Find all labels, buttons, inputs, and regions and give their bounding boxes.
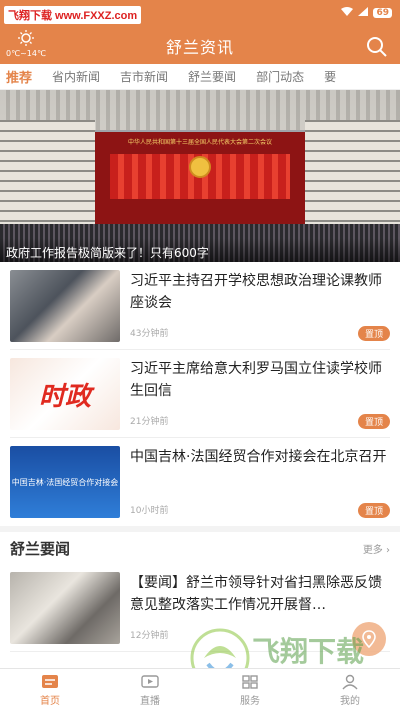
nav-home[interactable]: 首页 [0,669,100,712]
list-item[interactable]: 习近平主持召开学校思想政治理论课教师座谈会 43分钟前 置顶 [10,262,390,350]
system-icons: 69 [341,7,392,19]
hero-caption: 政府工作报告极简版来了！只有600字 [0,238,400,262]
app-header: 飞翔下载 www.FXXZ.com 69 0℃~14℃ 舒兰资讯 [0,0,400,64]
nav-label: 直播 [140,696,160,707]
hero-banner[interactable]: 中华人民共和国第十三届全国人民代表大会第二次会议 政府工作报告极简版来了！只有6… [0,90,400,262]
tab-department-news[interactable]: 部门动态 [256,68,304,85]
news-time: 43分钟前 [130,329,169,339]
signal-icon [358,7,369,19]
list-item[interactable]: 【要闻】舒兰市领导针对省扫黑除恶反馈意见整改落实工作情况开展督… 12分钟前 [10,564,390,652]
hall-balcony-right [305,120,400,230]
user-icon [342,674,358,690]
news-thumbnail: 中国吉林·法国经贸合作对接会 [10,446,120,518]
nav-live[interactable]: 直播 [100,669,200,712]
location-icon [362,630,376,648]
section-title: 舒兰要闻 [10,539,71,558]
hall-balcony-left [0,120,95,230]
news-time: 10小时前 [130,506,169,516]
tab-recommend[interactable]: 推荐 [6,67,32,86]
news-list: 习近平主持召开学校思想政治理论课教师座谈会 43分钟前 置顶 时政 习近平主席给… [0,262,400,526]
thumbnail-text: 时政 [38,381,91,412]
nav-label: 服务 [240,696,260,707]
news-title: 习近平主持召开学校思想政治理论课教师座谈会 [130,273,382,311]
tab-more[interactable]: 要 [324,68,336,85]
tab-city-news[interactable]: 吉市新闻 [120,68,168,85]
news-time: 21分钟前 [130,417,169,427]
more-label: 更多 [362,544,383,556]
service-icon [242,675,258,689]
news-thumbnail [10,572,120,644]
list-item[interactable]: 时政 习近平主席给意大利罗马国立住读学校师生回信 21分钟前 置顶 [10,350,390,438]
nav-label: 我的 [340,696,360,707]
thumbnail-text: 中国吉林·法国经贸合作对接会 [11,477,119,487]
bottom-nav: 首页 直播 服务 我的 [0,668,400,712]
national-emblem-icon [189,156,211,178]
news-time: 12分钟前 [130,631,169,641]
tab-province-news[interactable]: 省内新闻 [52,68,100,85]
battery-indicator: 69 [373,8,392,18]
pinned-badge: 置顶 [357,326,390,341]
status-bar: 飞翔下载 www.FXXZ.com 69 [0,0,400,28]
tab-shulan-news[interactable]: 舒兰要闻 [188,68,236,85]
news-thumbnail [10,270,120,342]
search-icon[interactable] [366,36,388,58]
floating-action-button[interactable] [352,622,386,656]
news-title: 【要闻】舒兰市领导针对省扫黑除恶反馈意见整改落实工作情况开展督… [130,575,382,613]
pinned-badge: 置顶 [357,503,390,518]
chevron-right-icon: › [386,544,390,556]
section-header: 舒兰要闻 更多 › [0,526,400,564]
pinned-badge: 置顶 [357,414,390,429]
news-thumbnail: 时政 [10,358,120,430]
tv-icon [141,675,159,688]
category-tabs: 推荐 省内新闻 吉市新闻 舒兰要闻 部门动态 要 [0,64,400,90]
list-item[interactable]: 中国吉林·法国经贸合作对接会 中国吉林·法国经贸合作对接会在北京召开 10小时前… [10,438,390,526]
page-title: 舒兰资讯 [165,38,234,57]
stage-banner: 中华人民共和国第十三届全国人民代表大会第二次会议 [127,139,272,146]
nav-service[interactable]: 服务 [200,669,300,712]
watermark-label: 飞翔下载 www.FXXZ.com [4,6,142,24]
news-title: 习近平主席给意大利罗马国立住读学校师生回信 [130,361,382,399]
more-link[interactable]: 更多 › [363,541,390,556]
hall-stage: 中华人民共和国第十三届全国人民代表大会第二次会议 [95,132,305,232]
nav-label: 首页 [40,696,60,707]
news-title: 中国吉林·法国经贸合作对接会在北京召开 [130,449,387,465]
nav-me[interactable]: 我的 [300,669,400,712]
news-list-section: 【要闻】舒兰市领导针对省扫黑除恶反馈意见整改落实工作情况开展督… 12分钟前 [0,564,400,652]
home-icon [42,675,58,688]
wifi-icon [341,7,354,19]
app-screen: 飞翔下载 www.FXXZ.com 69 0℃~14℃ 舒兰资讯 推荐 省内新闻… [0,0,400,712]
